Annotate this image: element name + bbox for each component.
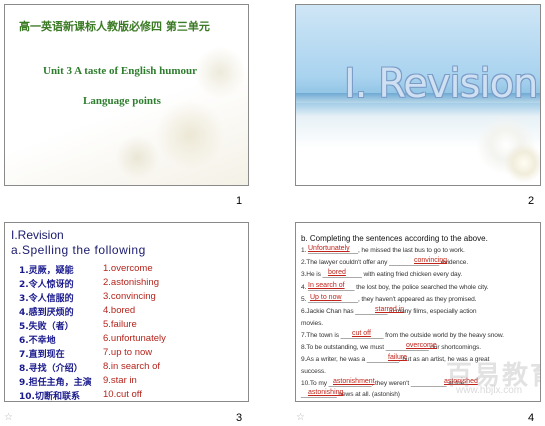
list-item: 5.失败（者） 5.failure [5,319,248,332]
english-term: 7.up to now [103,347,153,358]
revision-heading: I.Revision [11,228,64,242]
answer-text: In search of [308,282,345,289]
english-term: 3.convincing [103,291,156,302]
chinese-term: 10.切断和联系 [19,392,80,402]
spelling-heading: a.Spelling the following [11,243,146,257]
star-icon: ☆ [296,412,305,423]
exercise-title: b. Completing the sentences according to… [301,234,488,243]
answer-text: Unfortunately [308,245,350,252]
english-term: 9.star in [103,375,137,386]
english-term: 6.unfortunately [103,333,166,344]
answer-text: convincing [414,257,448,264]
list-item: 6.不幸地 6.unfortunately [5,333,248,346]
chinese-term: 7.直到现在 [19,350,65,360]
language-points-label: Language points [83,95,161,107]
answer-text: failure [388,354,408,361]
page-number: 4 [528,412,535,424]
answer-text: astonishing [308,389,344,396]
page-number: 1 [236,195,243,207]
list-item: 9.担任主角，主演 9.star in [5,375,248,388]
flower-decoration [504,143,540,183]
answer-text: bored [328,269,346,276]
english-term: 8.in search of [103,361,161,372]
slide-title: 高一英语新课标人教版必修四 第三单元 [19,20,210,33]
english-term: 1.overcome [103,263,153,274]
sentence-line: success. [301,368,326,375]
slide-3[interactable]: I.Revision a.Spelling the following 1.灵厥… [4,222,249,402]
watermark-url: www.hbjlx.com [456,385,523,396]
sentence-line: 3.He is ___________ with eating fried ch… [301,271,463,278]
sentence-line: 10.To my ____________, they weren't ____… [301,380,465,387]
chinese-term: 1.灵厥，疑能 [19,266,74,276]
list-item: 2.令人惊讶的 2.astonishing [5,277,248,290]
chinese-term: 8.寻找（介绍） [19,364,83,374]
list-item: 10.切断和联系 10.cut off [5,389,248,402]
list-item: 8.寻找（介绍） 8.in search of [5,361,248,374]
answer-text: astonishment [333,378,375,385]
english-term: 5.failure [103,319,137,330]
flower-decoration [155,100,225,170]
page-number: 2 [528,195,535,207]
chinese-term: 9.担任主角，主演 [19,378,92,388]
english-term: 10.cut off [103,389,142,400]
slide-1[interactable]: 高一英语新课标人教版必修四 第三单元 Unit 3 A taste of Eng… [4,4,249,186]
sentence-line: movies. [301,320,324,327]
slide-2[interactable]: I. Revision [295,4,541,186]
chinese-term: 5.失败（者） [19,322,74,332]
chinese-term: 3.令人信服的 [19,294,74,304]
star-icon: ☆ [4,412,13,423]
flower-decoration [115,135,160,180]
chinese-term: 4.感到厌烦的 [19,308,74,318]
english-term: 2.astonishing [103,277,159,288]
list-item: 3.令人信服的 3.convincing [5,291,248,304]
sentence-line: 8.To be outstanding, we must ___________… [301,344,481,351]
answer-text: Up to now [310,294,342,301]
unit-title: Unit 3 A taste of English humour [43,65,198,77]
english-term: 4.bored [103,305,136,316]
slide-4[interactable]: b. Completing the sentences according to… [295,222,541,402]
list-item: 1.灵厥，疑能 1.overcome [5,263,248,276]
list-item: 4.感到厌烦的 4.bored [5,305,248,318]
revision-heading: I. Revision [344,61,538,107]
answer-text: cut off [352,330,371,337]
answer-text: overcome [406,342,437,349]
chinese-term: 6.不幸地 [19,336,56,346]
flower-decoration [195,45,245,100]
answer-text: starred in [375,306,405,313]
page-number: 3 [236,412,243,424]
list-item: 7.直到现在 7.up to now [5,347,248,360]
sentence-line: 7.The town is ____________ from the outs… [301,332,504,339]
chinese-term: 2.令人惊讶的 [19,280,74,290]
